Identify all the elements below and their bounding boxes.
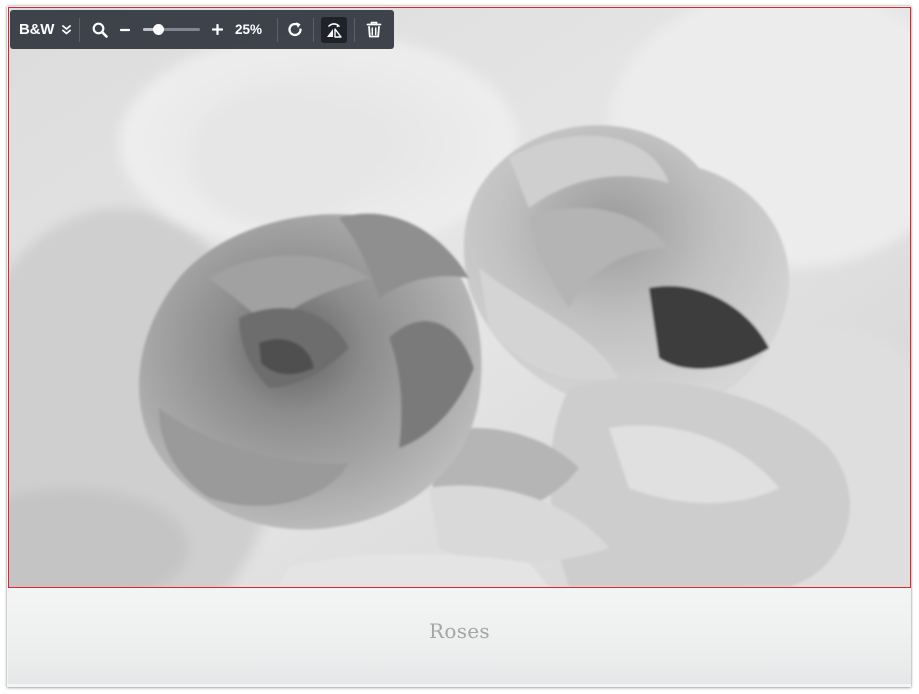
zoom-in-button[interactable] — [206, 10, 228, 49]
trash-icon — [366, 21, 382, 38]
rose-photo[interactable] — [9, 8, 910, 587]
photo-caption[interactable]: Roses — [8, 619, 911, 643]
magnifier-icon[interactable] — [84, 10, 115, 49]
zoom-level-label: 25% — [234, 22, 263, 37]
zoom-out-button[interactable] — [116, 10, 136, 49]
caption-area: Roses — [8, 589, 911, 684]
double-chevron-down-icon — [62, 24, 72, 35]
filter-dropdown[interactable]: B&W — [10, 10, 79, 49]
flip-control — [314, 10, 353, 49]
rotate-button[interactable] — [278, 10, 313, 49]
delete-button[interactable] — [355, 10, 394, 49]
filter-label: B&W — [19, 21, 55, 38]
toolbar-divider — [79, 17, 81, 42]
flip-button[interactable] — [321, 16, 348, 43]
plus-icon — [211, 24, 223, 35]
flip-horizontal-icon — [327, 22, 342, 38]
zoom-slider-thumb[interactable] — [152, 24, 164, 35]
image-toolbar: B&W 25% — [10, 10, 394, 49]
rotate-clockwise-icon — [288, 22, 302, 37]
minus-icon — [120, 28, 131, 31]
zoom-slider[interactable] — [143, 10, 201, 49]
photo-frame[interactable] — [8, 7, 911, 588]
